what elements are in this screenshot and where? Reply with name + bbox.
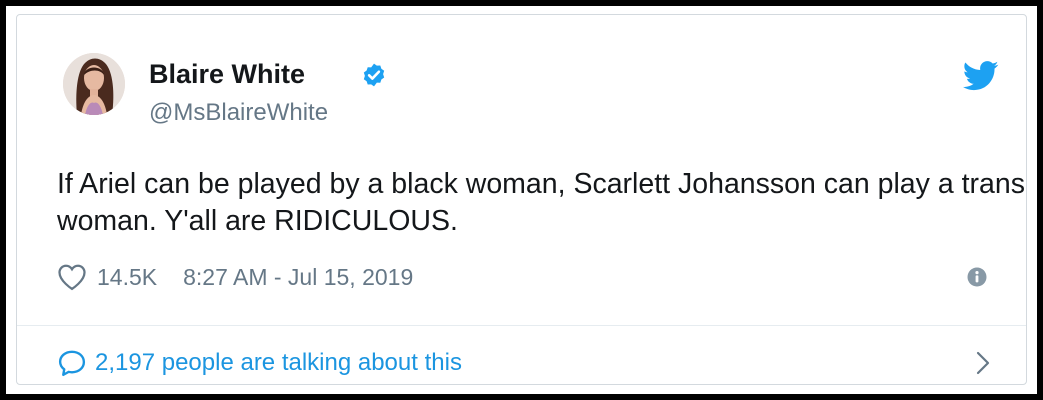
tweet-meta: 14.5K 8:27 AM - Jul 15, 2019 — [57, 262, 413, 292]
tweet-card[interactable]: Blaire White @MsBlaireWhite If Ariel can… — [16, 14, 1027, 385]
screenshot-frame: Blaire White @MsBlaireWhite If Ariel can… — [0, 0, 1043, 400]
avatar[interactable] — [63, 53, 125, 115]
info-icon[interactable] — [967, 267, 987, 287]
heart-icon[interactable] — [57, 263, 87, 291]
timestamp[interactable]: 8:27 AM - Jul 15, 2019 — [183, 264, 413, 291]
chevron-right-icon[interactable] — [974, 350, 992, 376]
like-count[interactable]: 14.5K — [97, 264, 157, 291]
talking-text[interactable]: 2,197 people are talking about this — [95, 349, 462, 377]
conversation-link[interactable]: 2,197 people are talking about this — [57, 345, 462, 381]
verified-badge-icon — [363, 63, 385, 87]
author-handle[interactable]: @MsBlaireWhite — [149, 99, 328, 127]
author-name[interactable]: Blaire White — [149, 59, 305, 89]
twitter-bird-icon[interactable] — [963, 61, 999, 91]
speech-bubble-icon — [58, 350, 86, 377]
divider — [17, 325, 1026, 326]
tweet-text: If Ariel can be played by a black woman,… — [57, 168, 1025, 237]
